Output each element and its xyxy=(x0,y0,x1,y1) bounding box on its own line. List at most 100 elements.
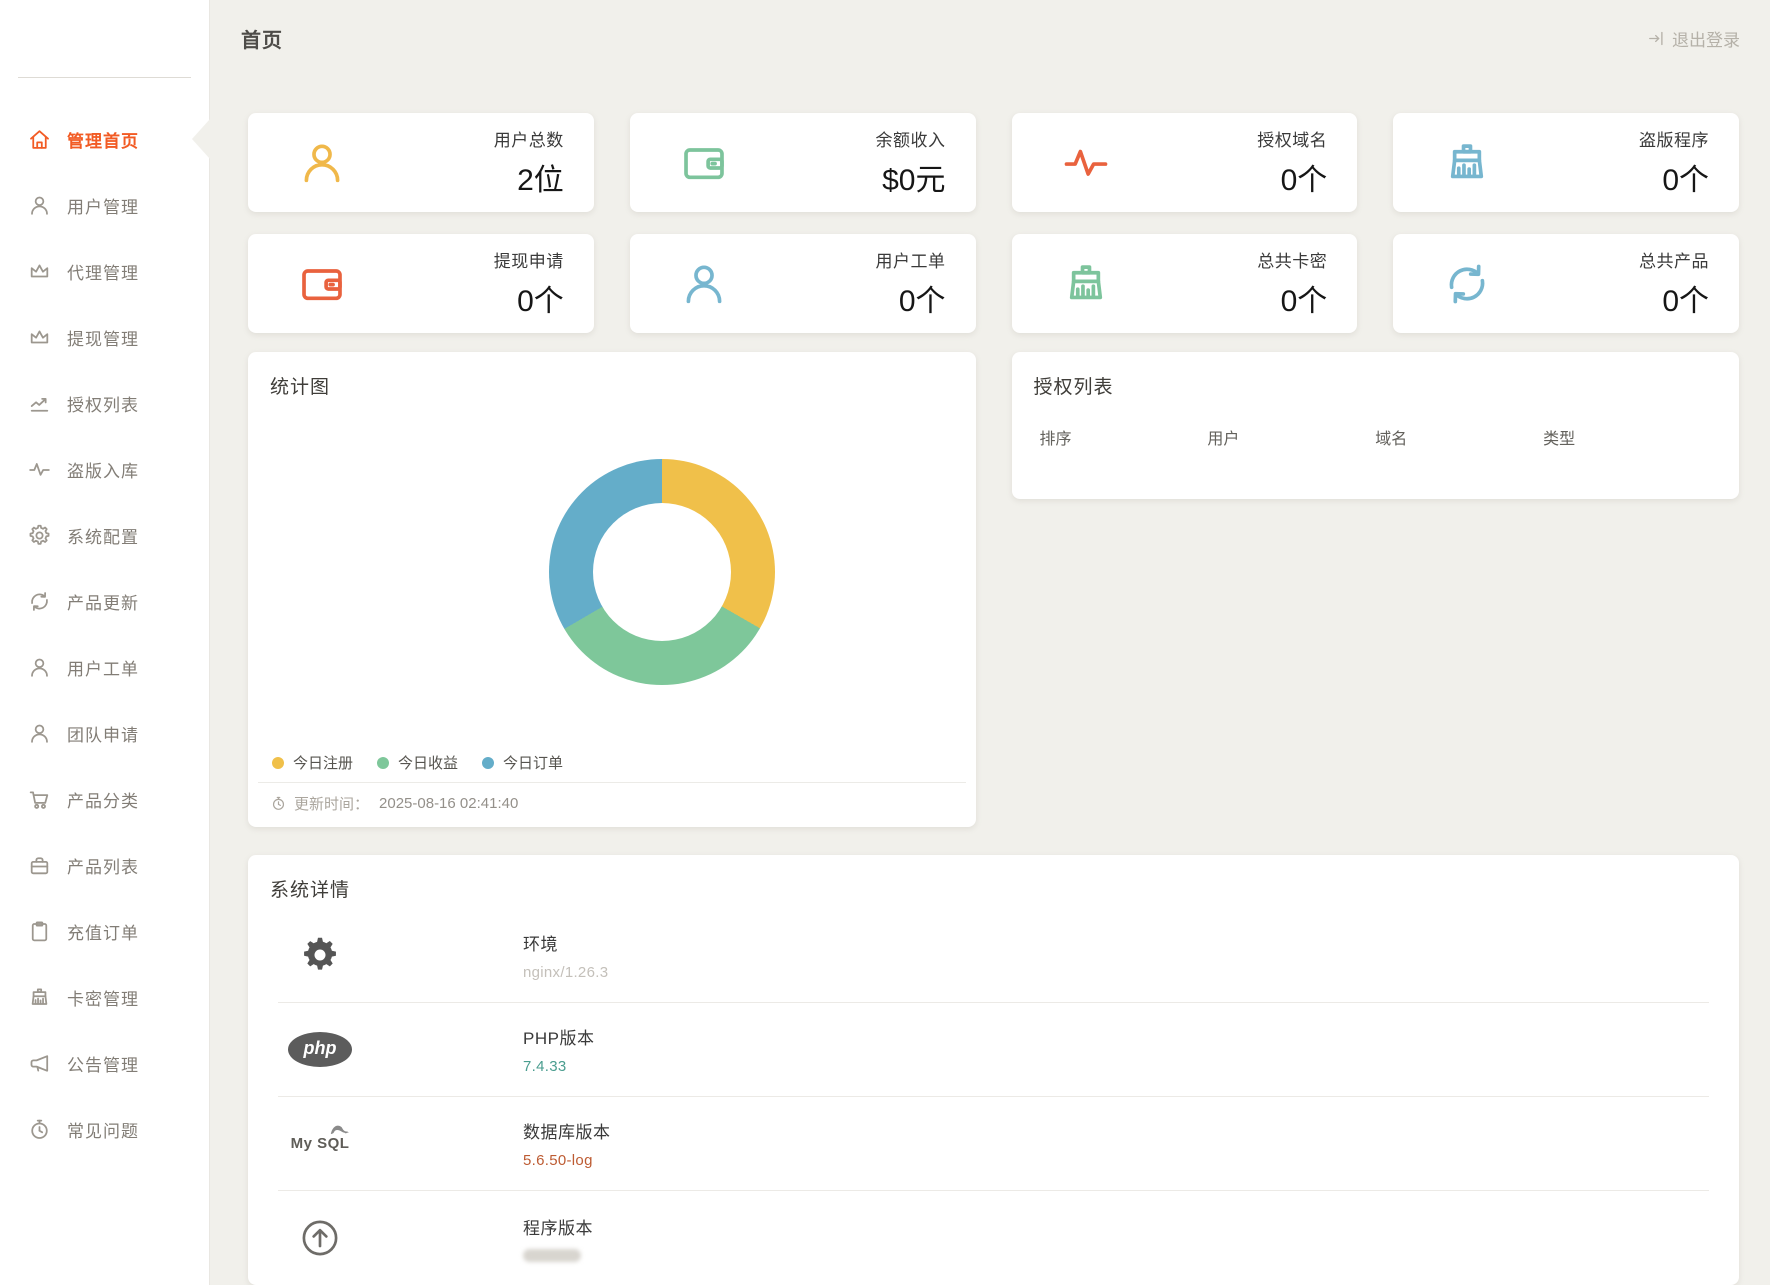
system-row-label: 环境 xyxy=(523,930,608,955)
system-row-database-version: My SQL 数据库版本 5.6.50-log xyxy=(278,1096,1709,1190)
user-icon xyxy=(678,258,730,310)
column-header-user: 用户 xyxy=(1207,425,1375,449)
stat-label: 盗版程序 xyxy=(1639,126,1709,151)
donut-chart-wrap xyxy=(248,459,976,685)
legend-item-orders[interactable]: 今日订单 xyxy=(482,752,563,773)
stat-value: 0个 xyxy=(1257,155,1327,199)
mysql-dolphin-icon xyxy=(329,1121,351,1136)
stat-label: 授权域名 xyxy=(1257,126,1327,151)
wallet-icon xyxy=(678,137,730,189)
crown-icon xyxy=(27,325,52,350)
system-row-label: 数据库版本 xyxy=(523,1118,611,1143)
sidebar-item-announcements[interactable]: 公告管理 xyxy=(0,1030,209,1096)
content: 用户总数 2位 余额收入 $0元 授权域名 0个 盗版程序 0个 xyxy=(210,113,1770,1285)
stat-label: 总共产品 xyxy=(1639,247,1709,272)
program-version-redacted xyxy=(523,1249,581,1262)
stat-card-total-users: 用户总数 2位 xyxy=(248,113,594,212)
logout-button[interactable]: 退出登录 xyxy=(1647,26,1740,51)
sidebar-item-tickets[interactable]: 用户工单 xyxy=(0,634,209,700)
user-icon xyxy=(296,137,348,189)
clock-icon xyxy=(270,795,287,812)
stat-card-withdraw-requests: 提现申请 0个 xyxy=(248,234,594,333)
stat-cards: 用户总数 2位 余额收入 $0元 授权域名 0个 盗版程序 0个 xyxy=(248,113,1739,333)
stat-card-pirated-programs: 盗版程序 0个 xyxy=(1393,113,1739,212)
system-row-label: 程序版本 xyxy=(523,1214,593,1239)
system-row-label: PHP版本 xyxy=(523,1024,594,1049)
sidebar-item-withdrawals[interactable]: 提现管理 xyxy=(0,304,209,370)
stat-value: 0个 xyxy=(1257,276,1327,320)
stat-label: 余额收入 xyxy=(876,126,946,151)
trend-chart-icon xyxy=(27,391,52,416)
sidebar-item-dashboard[interactable]: 管理首页 xyxy=(0,106,209,172)
page-title: 首页 xyxy=(241,24,283,53)
active-item-pointer xyxy=(192,119,210,159)
brush-icon xyxy=(27,985,52,1010)
user-icon xyxy=(27,193,52,218)
sidebar-item-settings[interactable]: 系统配置 xyxy=(0,502,209,568)
gear-icon xyxy=(27,523,52,548)
pulse-icon xyxy=(27,457,52,482)
sidebar-item-recharge-orders[interactable]: 充值订单 xyxy=(0,898,209,964)
legend-item-revenue[interactable]: 今日收益 xyxy=(377,752,458,773)
system-row-value: nginx/1.26.3 xyxy=(523,964,608,981)
system-detail-rows: 环境 nginx/1.26.3 php PHP版本 7.4.33 xyxy=(248,908,1739,1284)
stat-value: 0个 xyxy=(494,276,564,320)
column-header-type: 类型 xyxy=(1543,425,1711,449)
sidebar-item-agents[interactable]: 代理管理 xyxy=(0,238,209,304)
page-header: 首页 退出登录 xyxy=(210,0,1770,77)
stat-label: 用户工单 xyxy=(876,247,946,272)
sidebar-nav: 管理首页 用户管理 代理管理 提现管理 授权列表 盗版入库 系统配置 xyxy=(0,106,209,1162)
sidebar-item-piracy[interactable]: 盗版入库 xyxy=(0,436,209,502)
system-details-panel: 系统详情 环境 nginx/1.26.3 php PHP版本 7.4.33 xyxy=(248,855,1739,1285)
logout-icon xyxy=(1647,29,1666,48)
stat-label: 用户总数 xyxy=(494,126,564,151)
legend-dot xyxy=(377,757,389,769)
chart-divider xyxy=(258,782,966,783)
update-time-value: 2025-08-16 02:41:40 xyxy=(379,795,518,812)
legend-item-registrations[interactable]: 今日注册 xyxy=(272,752,353,773)
system-row-environment: 环境 nginx/1.26.3 xyxy=(278,908,1709,1002)
column-header-domain: 域名 xyxy=(1375,425,1543,449)
wallet-icon xyxy=(296,258,348,310)
column-header-sort: 排序 xyxy=(1040,425,1208,449)
middle-section: 统计图 今日注册 今日收益 xyxy=(248,352,1739,827)
user-icon xyxy=(27,721,52,746)
sidebar-item-licenses[interactable]: 授权列表 xyxy=(0,370,209,436)
refresh-icon xyxy=(27,589,52,614)
sidebar-item-product-list[interactable]: 产品列表 xyxy=(0,832,209,898)
license-list-title: 授权列表 xyxy=(1012,352,1740,399)
stat-value: 0个 xyxy=(1639,276,1709,320)
sidebar-item-faq[interactable]: 常见问题 xyxy=(0,1096,209,1162)
stat-label: 提现申请 xyxy=(494,247,564,272)
donut-chart xyxy=(549,459,775,685)
sidebar-item-product-categories[interactable]: 产品分类 xyxy=(0,766,209,832)
stat-value: 2位 xyxy=(494,155,564,199)
sidebar-item-card-keys[interactable]: 卡密管理 xyxy=(0,964,209,1030)
sidebar-divider xyxy=(18,77,191,78)
system-row-program-version: 程序版本 xyxy=(278,1190,1709,1284)
update-time-row: 更新时间： 2025-08-16 02:41:40 xyxy=(270,793,518,814)
toolbox-icon xyxy=(27,853,52,878)
user-icon xyxy=(27,655,52,680)
cart-icon xyxy=(27,787,52,812)
system-row-php-version: php PHP版本 7.4.33 xyxy=(278,1002,1709,1096)
legend-dot xyxy=(482,757,494,769)
clipboard-icon xyxy=(27,919,52,944)
refresh-icon xyxy=(1441,258,1493,310)
logout-label: 退出登录 xyxy=(1672,26,1740,51)
sidebar-item-product-update[interactable]: 产品更新 xyxy=(0,568,209,634)
stat-value: $0元 xyxy=(876,155,946,199)
license-table-header: 排序 用户 域名 类型 xyxy=(1012,425,1740,449)
statistics-panel: 统计图 今日注册 今日收益 xyxy=(248,352,976,827)
statistics-panel-title: 统计图 xyxy=(248,352,976,399)
stat-card-total-products: 总共产品 0个 xyxy=(1393,234,1739,333)
sidebar: 管理首页 用户管理 代理管理 提现管理 授权列表 盗版入库 系统配置 xyxy=(0,0,210,1285)
legend-dot xyxy=(272,757,284,769)
stat-value: 0个 xyxy=(876,276,946,320)
sidebar-item-team-requests[interactable]: 团队申请 xyxy=(0,700,209,766)
stat-value: 0个 xyxy=(1639,155,1709,199)
main-area: 首页 退出登录 用户总数 2位 余额收入 $0元 xyxy=(210,0,1770,1285)
license-list-panel: 授权列表 排序 用户 域名 类型 xyxy=(1012,352,1740,499)
sidebar-item-users[interactable]: 用户管理 xyxy=(0,172,209,238)
stat-card-total-card-keys: 总共卡密 0个 xyxy=(1012,234,1358,333)
